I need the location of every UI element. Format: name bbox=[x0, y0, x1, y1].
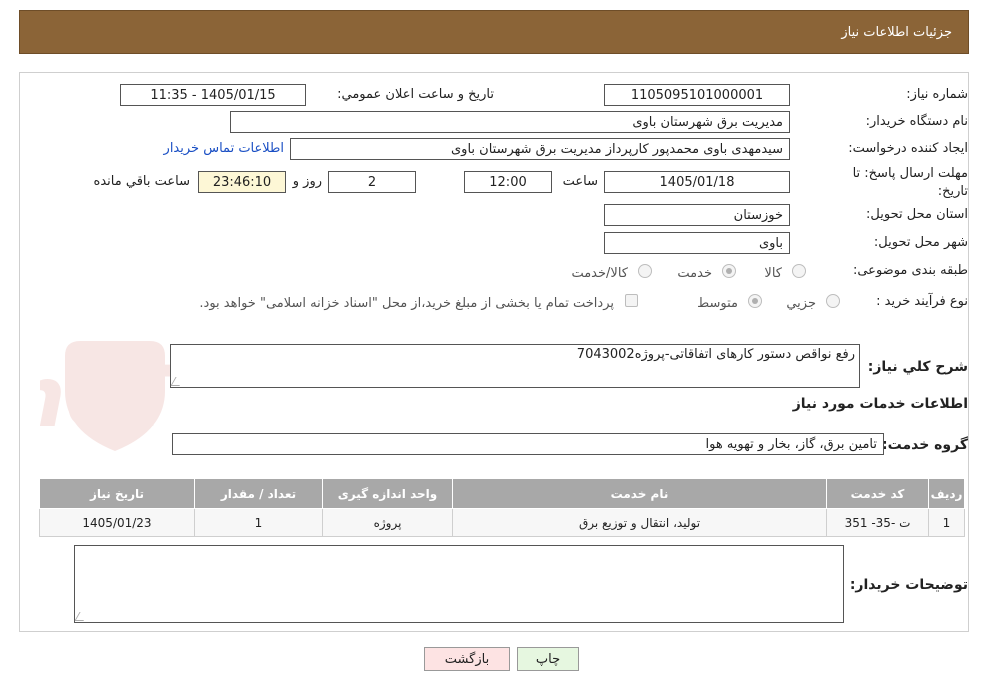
col-header-quantity: تعداد / مقدار bbox=[194, 478, 323, 509]
details-panel: AriaTender.neT شماره نیاز: 1105095101000… bbox=[19, 72, 969, 632]
back-button[interactable]: بازگشت bbox=[424, 647, 510, 671]
svg-text:AriaTender.neT: AriaTender.neT bbox=[40, 348, 186, 446]
deadline-days-field[interactable]: 2 bbox=[328, 171, 416, 193]
buyer-notes-textarea[interactable] bbox=[74, 545, 844, 623]
cell-date: 1405/01/23 bbox=[39, 508, 195, 537]
resize-handle-icon[interactable] bbox=[74, 612, 89, 621]
announce-datetime-label: تاریخ و ساعت اعلان عمومي: bbox=[337, 87, 494, 102]
province-field[interactable]: خوزستان bbox=[604, 204, 790, 226]
city-label: شهر محل تحويل: bbox=[873, 235, 968, 250]
description-textarea[interactable]: رفع نواقص دستور کارهای اتفاقاتی-پروژه704… bbox=[170, 344, 860, 388]
service-group-label: گروه خدمت: bbox=[882, 437, 968, 453]
process-radio-minor[interactable] bbox=[826, 294, 840, 308]
resize-handle-icon[interactable] bbox=[170, 377, 185, 386]
services-table-header: رديف کد خدمت نام خدمت واحد اندازه گيری ت… bbox=[39, 478, 965, 509]
category-radio-goods-service[interactable] bbox=[638, 264, 652, 278]
remaining-time-label: ساعت باقي مانده bbox=[93, 174, 190, 189]
cell-quantity: 1 bbox=[194, 508, 323, 537]
need-number-field[interactable]: 1105095101000001 bbox=[604, 84, 790, 106]
services-table: رديف کد خدمت نام خدمت واحد اندازه گيری ت… bbox=[39, 478, 965, 537]
col-header-name: نام خدمت bbox=[452, 478, 827, 509]
buyer-org-field[interactable]: مديريت برق شهرستان باوی bbox=[230, 111, 790, 133]
announce-datetime-field[interactable]: 1405/01/15 - 11:35 bbox=[120, 84, 306, 106]
cell-unit: پروژه bbox=[322, 508, 453, 537]
city-field[interactable]: باوی bbox=[604, 232, 790, 254]
buyer-org-label: نام دستگاه خريدار: bbox=[865, 114, 968, 129]
col-header-date: تاريخ نياز bbox=[39, 478, 195, 509]
print-button[interactable]: چاپ bbox=[517, 647, 579, 671]
process-option-medium: متوسط bbox=[697, 296, 738, 311]
province-label: استان محل تحويل: bbox=[866, 207, 968, 222]
deadline-label: مهلت ارسال پاسخ: تا bbox=[852, 166, 968, 181]
need-number-label: شماره نیاز: bbox=[906, 87, 968, 102]
category-label: طبقه بندی موضوعی: bbox=[852, 263, 968, 278]
requester-label: ايجاد کننده درخواست: bbox=[848, 141, 968, 156]
treasury-payment-note: پرداخت تمام يا بخشی از مبلغ خريد،از محل … bbox=[199, 296, 614, 311]
process-option-minor: جزيي bbox=[786, 296, 816, 311]
category-radio-goods[interactable] bbox=[792, 264, 806, 278]
purchase-process-label: نوع فرآيند خريد : bbox=[876, 294, 968, 309]
page-title: جزئیات اطلاعات نیاز bbox=[841, 24, 952, 40]
requester-field[interactable]: سیدمهدی باوی محمدپور کارپرداز مديريت برق… bbox=[290, 138, 790, 160]
buyer-notes-label: توضيحات خريدار: bbox=[849, 577, 968, 593]
description-text: رفع نواقص دستور کارهای اتفاقاتی-پروژه704… bbox=[576, 347, 855, 362]
remaining-time-field: 23:46:10 bbox=[198, 171, 286, 193]
cell-code: ت -35- 351 bbox=[826, 508, 929, 537]
deadline-time-label: ساعت bbox=[562, 174, 598, 189]
page-header: جزئیات اطلاعات نیاز bbox=[19, 10, 969, 54]
category-radio-service[interactable] bbox=[722, 264, 736, 278]
service-group-field[interactable]: تامين برق، گاز، بخار و تهويه هوا bbox=[172, 433, 884, 455]
table-row: 1 ت -35- 351 توليد، انتقال و توزيع برق پ… bbox=[39, 508, 965, 537]
deadline-date-field[interactable]: 1405/01/18 bbox=[604, 171, 790, 193]
col-header-unit: واحد اندازه گيری bbox=[322, 478, 453, 509]
services-section-title: اطلاعات خدمات مورد نياز bbox=[792, 396, 968, 412]
treasury-payment-checkbox[interactable] bbox=[625, 294, 638, 307]
deadline-label-2: تاريخ: bbox=[937, 184, 968, 199]
cell-name: توليد، انتقال و توزيع برق bbox=[452, 508, 827, 537]
category-option-service: خدمت bbox=[677, 266, 712, 281]
description-label: شرح کلي نياز: bbox=[867, 359, 968, 375]
col-header-code: کد خدمت bbox=[826, 478, 929, 509]
category-option-goods-service: کالا/خدمت bbox=[571, 266, 628, 281]
deadline-days-label: روز و bbox=[292, 174, 322, 189]
col-header-row: رديف bbox=[928, 478, 965, 509]
deadline-time-field[interactable]: 12:00 bbox=[464, 171, 552, 193]
category-option-goods: کالا bbox=[764, 266, 782, 281]
process-radio-medium[interactable] bbox=[748, 294, 762, 308]
buyer-contact-link[interactable]: اطلاعات تماس خريدار bbox=[164, 141, 284, 156]
cell-row: 1 bbox=[928, 508, 965, 537]
